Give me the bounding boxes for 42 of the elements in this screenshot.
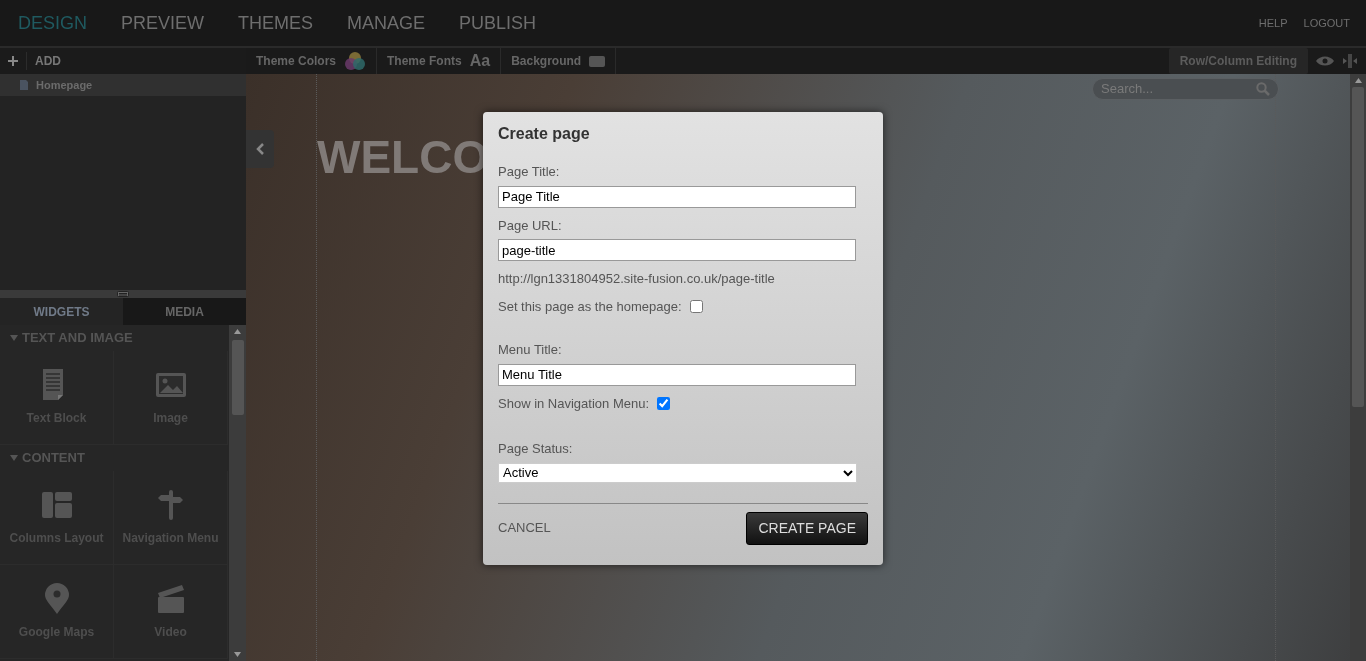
eye-icon [1316,55,1334,67]
page-icon [20,80,28,90]
scrollbar-thumb[interactable] [231,340,244,415]
scroll-up-icon [1354,78,1362,83]
field-label: Menu Title: [498,341,563,359]
page-heading: WELCO [317,134,489,180]
panel-tab[interactable]: WIDGETS [0,298,123,325]
checkbox-label: Show in Navigation Menu: [498,394,650,413]
create-page-button[interactable]: CREATE PAGE [746,511,868,545]
field-label: Page Status: [498,440,574,458]
nav-tab[interactable]: DESIGN [0,0,104,47]
scroll-down-icon [234,652,242,657]
add-button[interactable]: ADD [26,52,61,70]
swatch-icon [589,55,606,67]
field-label: Page URL: [498,216,563,235]
status-select[interactable]: Active [498,462,857,483]
search-icon [1256,82,1270,96]
header-link[interactable]: LOGOUT [1303,14,1350,32]
plus-icon [8,56,18,66]
nav-tab[interactable]: MANAGE [330,0,443,47]
checkbox[interactable] [689,299,703,313]
collapse-button[interactable] [246,130,274,168]
checkbox[interactable] [657,396,671,410]
cancel-button[interactable]: CANCEL [498,518,551,538]
panel-tab[interactable]: MEDIA [123,298,246,325]
color-circles-icon [344,51,366,71]
resize-columns-icon [1342,54,1358,68]
chevron-left-icon [256,143,264,155]
nav-tab[interactable]: PUBLISH [442,0,554,47]
text-input[interactable]: Page Title [498,185,856,208]
header-link[interactable]: HELP [1258,14,1288,32]
text-input[interactable]: Menu Title [498,363,856,386]
nav-tab[interactable]: THEMES [221,0,331,47]
dialog-title: Create page [498,124,591,144]
scrollbar-thumb[interactable] [1352,87,1364,407]
page-item[interactable]: Homepage [0,74,246,96]
text-input[interactable]: page-title [498,239,856,261]
checkbox-label: Set this page as the homepage: [498,297,682,316]
field-label: Page Title: [498,163,561,181]
url-preview: http://lgn1331804952.site-fusion.co.uk/page-title [498,270,776,288]
scroll-up-icon [234,329,242,334]
nav-tab[interactable]: PREVIEW [104,0,222,47]
